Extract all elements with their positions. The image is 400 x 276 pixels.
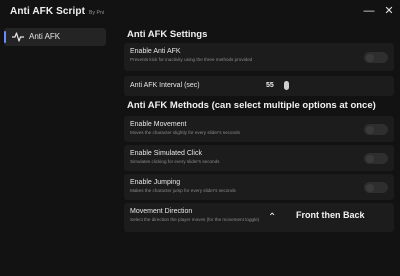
app-window: Anti AFK Script By Pni — ✕ Anti AFK Anti …: [0, 0, 400, 276]
jumping-card: Enable Jumping Makes the character jump …: [124, 174, 394, 200]
minimize-icon: —: [363, 5, 375, 17]
toggle-knob: [365, 125, 374, 134]
interval-slider-handle[interactable]: [284, 81, 289, 90]
movement-direction-description: Select the direction the player moves (f…: [130, 217, 260, 222]
minimize-button[interactable]: —: [363, 5, 375, 17]
interval-label: Anti AFK Interval (sec): [130, 82, 200, 89]
interval-slider-card: Anti AFK Interval (sec) 55: [124, 76, 394, 96]
movement-direction-value[interactable]: Front then Back: [296, 210, 365, 220]
enable-anti-afk-card: Enable Anti AFK Prevents kick for inacti…: [124, 43, 394, 71]
simulated-click-toggle[interactable]: [364, 153, 388, 164]
main-content: Anti AFK Settings Enable Anti AFK Preven…: [120, 24, 396, 276]
sidebar-item-label: Anti AFK: [29, 32, 61, 41]
section-title-settings: Anti AFK Settings: [127, 29, 208, 40]
jumping-toggle[interactable]: [364, 182, 388, 193]
section-title-methods: Anti AFK Methods (can select multiple op…: [127, 100, 376, 111]
simulated-click-title: Enable Simulated Click: [130, 150, 202, 157]
app-title: Anti AFK Script By Pni: [10, 6, 104, 17]
titlebar[interactable]: Anti AFK Script By Pni — ✕: [0, 0, 400, 24]
movement-card: Enable Movement Moves the character slig…: [124, 116, 394, 142]
movement-description: Moves the character slightly for every s…: [130, 130, 240, 135]
simulated-click-card: Enable Simulated Click Simulates clickin…: [124, 145, 394, 171]
enable-anti-afk-title: Enable Anti AFK: [130, 48, 181, 55]
jumping-title: Enable Jumping: [130, 179, 181, 186]
close-icon: ✕: [384, 5, 394, 17]
movement-direction-card[interactable]: Movement Direction Select the direction …: [124, 203, 394, 232]
movement-title: Enable Movement: [130, 121, 187, 128]
simulated-click-description: Simulates clicking for every slider's se…: [130, 159, 220, 164]
sidebar: Anti AFK: [0, 24, 112, 276]
selected-indicator: [4, 31, 6, 43]
sidebar-item-anti-afk[interactable]: Anti AFK: [4, 28, 106, 46]
close-button[interactable]: ✕: [383, 5, 395, 17]
activity-icon: [12, 32, 24, 42]
app-subtitle: By Pni: [89, 10, 105, 16]
movement-direction-title: Movement Direction: [130, 208, 193, 215]
chevron-up-icon[interactable]: ⌃: [268, 212, 276, 223]
jumping-description: Makes the character jump for every slide…: [130, 188, 236, 193]
enable-anti-afk-description: Prevents kick for inactivity using the t…: [130, 57, 253, 62]
app-title-text: Anti AFK Script: [10, 6, 86, 17]
movement-toggle[interactable]: [364, 124, 388, 135]
interval-value: 55: [266, 82, 274, 89]
toggle-knob: [365, 183, 374, 192]
toggle-knob: [365, 154, 374, 163]
toggle-knob: [365, 53, 374, 62]
enable-anti-afk-toggle[interactable]: [364, 52, 388, 63]
